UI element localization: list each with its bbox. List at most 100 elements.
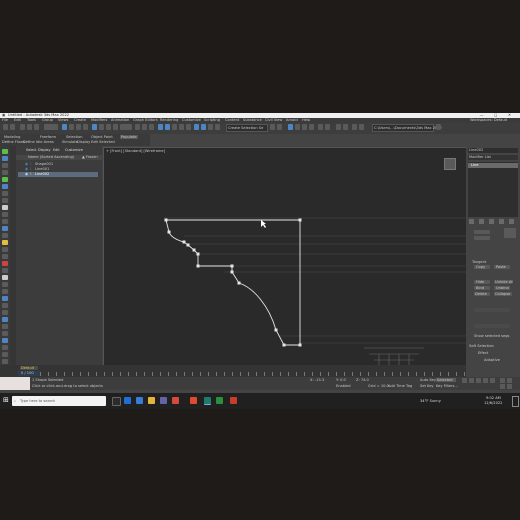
schematic-view-icon[interactable] bbox=[277, 124, 282, 130]
menu-civil-view[interactable]: Civil View bbox=[265, 118, 282, 122]
collapse-all-icon[interactable] bbox=[2, 359, 8, 364]
hierarchy-tab-icon[interactable] bbox=[2, 163, 8, 168]
selection-levels-icon[interactable] bbox=[504, 228, 516, 238]
weather-widget[interactable]: 34°F Sunny bbox=[420, 399, 441, 403]
utilities-tab-icon[interactable] bbox=[2, 184, 8, 189]
filter-particles-icon[interactable] bbox=[2, 261, 8, 266]
render-production-icon[interactable] bbox=[309, 124, 314, 130]
window-crossing-icon[interactable] bbox=[83, 124, 88, 130]
stack-item-line[interactable]: Line bbox=[468, 163, 518, 168]
task-view-icon[interactable] bbox=[112, 397, 121, 406]
select-place-icon[interactable] bbox=[113, 124, 118, 130]
project-browse-icon[interactable] bbox=[436, 124, 441, 130]
ribbon-display[interactable]: Display bbox=[77, 140, 90, 144]
maximize-viewport-icon[interactable] bbox=[507, 384, 512, 389]
edit-named-selection-icon[interactable] bbox=[186, 124, 191, 130]
project-folder-icon[interactable] bbox=[352, 124, 357, 130]
snaps-toggle-icon[interactable] bbox=[158, 124, 163, 130]
previous-frame-icon[interactable] bbox=[469, 378, 474, 383]
tangent-paste-button[interactable]: Paste bbox=[494, 265, 510, 269]
recorder-icon[interactable] bbox=[230, 397, 237, 404]
front-viewport[interactable]: + [Front] [Standard] [Wireframe] bbox=[103, 147, 467, 367]
pan-icon[interactable] bbox=[507, 378, 512, 383]
eye-icon[interactable]: ◉ bbox=[25, 162, 28, 166]
menu-file[interactable]: File bbox=[2, 118, 8, 122]
show-selected-segs-checkbox[interactable]: Show selected segs bbox=[474, 334, 509, 338]
ribbon-tab-populate[interactable]: Populate bbox=[120, 135, 138, 139]
mail-icon[interactable] bbox=[136, 397, 143, 404]
render-setup-icon[interactable] bbox=[295, 124, 300, 130]
ribbon-edit-selected[interactable]: Edit Selected bbox=[91, 140, 115, 144]
delete-button[interactable]: Delete bbox=[474, 292, 490, 296]
lock-cell-icon[interactable] bbox=[2, 331, 8, 336]
close-icon[interactable]: ✕ bbox=[508, 113, 511, 117]
make-unique-icon[interactable] bbox=[489, 219, 494, 224]
named-selection-set-dropdown[interactable]: Create Selection Se bbox=[226, 124, 268, 132]
display-tab-icon[interactable] bbox=[2, 177, 8, 182]
taskbar-search-box[interactable]: ⌕ Type here to search bbox=[12, 396, 106, 406]
filter-helpers-icon[interactable] bbox=[2, 219, 8, 224]
display-children-icon[interactable] bbox=[2, 296, 8, 301]
explorer-tab-customize[interactable]: Customize bbox=[65, 148, 83, 152]
filter-groups-icon[interactable] bbox=[2, 233, 8, 238]
file-explorer-icon[interactable] bbox=[148, 397, 155, 404]
list-item-selected[interactable]: ◉ ⌇ Line002 bbox=[18, 172, 98, 177]
sort-by-hierarchy-icon[interactable] bbox=[2, 324, 8, 329]
manipulate-icon[interactable] bbox=[142, 124, 147, 130]
link-icon[interactable] bbox=[20, 124, 25, 130]
a360-gallery-icon[interactable] bbox=[325, 124, 330, 130]
menu-tools[interactable]: Tools bbox=[27, 118, 36, 122]
spinner-field[interactable] bbox=[474, 324, 510, 328]
tangent-copy-button[interactable]: Copy bbox=[474, 265, 490, 269]
display-influences-icon[interactable] bbox=[2, 303, 8, 308]
time-slider[interactable]: 0 / 100 bbox=[18, 371, 40, 376]
explorer-tab-edit[interactable]: Edit bbox=[53, 148, 60, 152]
filter-xrefs-icon[interactable] bbox=[2, 240, 8, 245]
menu-scripting[interactable]: Scripting bbox=[204, 118, 220, 122]
angle-snap-icon[interactable] bbox=[165, 124, 170, 130]
ribbon-simulate[interactable]: Simulate bbox=[62, 140, 78, 144]
workspace-selector[interactable]: Workspaces: Default bbox=[470, 118, 507, 122]
coord-y[interactable]: Y: 0.0 bbox=[336, 378, 346, 382]
reference-coordinate-dropdown[interactable] bbox=[120, 124, 132, 130]
filter-lights-icon[interactable] bbox=[2, 205, 8, 210]
save-scene-icon[interactable] bbox=[343, 124, 348, 130]
office-icon[interactable] bbox=[172, 397, 179, 404]
edge-browser-icon[interactable] bbox=[124, 397, 131, 404]
project-path-field[interactable]: C:\Users\...\Documents\3ds Max 2022 bbox=[372, 124, 442, 132]
select-scale-icon[interactable] bbox=[106, 124, 111, 130]
soft-selection-rollout[interactable]: Soft Selection bbox=[469, 344, 494, 348]
select-object-icon[interactable] bbox=[62, 124, 67, 130]
modify-tab-icon[interactable] bbox=[2, 156, 8, 161]
key-filters-button[interactable]: Key Filters... bbox=[436, 384, 458, 388]
sync-selection-icon[interactable] bbox=[2, 345, 8, 350]
eye-icon[interactable]: ◉ bbox=[25, 172, 28, 176]
toggle-scene-explorer-icon[interactable] bbox=[208, 124, 213, 130]
hide-button[interactable]: Hide bbox=[474, 280, 490, 284]
modifier-stack[interactable]: Line bbox=[468, 162, 518, 217]
3ds-max-taskbar-icon[interactable] bbox=[204, 397, 211, 405]
configure-modifier-sets-icon[interactable] bbox=[509, 219, 514, 224]
project-settings-icon[interactable] bbox=[359, 124, 364, 130]
filter-all-icon[interactable] bbox=[2, 268, 8, 273]
named-selection-paste-button[interactable] bbox=[474, 236, 490, 240]
timeline[interactable]: Default 0 / 100 bbox=[0, 365, 466, 377]
menu-animation[interactable]: Animation bbox=[111, 118, 129, 122]
pivot-center-icon[interactable] bbox=[135, 124, 140, 130]
toggle-layer-explorer-icon[interactable] bbox=[215, 124, 220, 130]
select-by-name-icon[interactable] bbox=[69, 124, 74, 130]
filter-none-icon[interactable] bbox=[2, 275, 8, 280]
menu-help[interactable]: Help bbox=[302, 118, 310, 122]
modifier-list-dropdown[interactable]: Modifier List bbox=[468, 155, 518, 160]
selection-filter-dropdown[interactable] bbox=[44, 124, 58, 130]
show-end-result-icon[interactable] bbox=[479, 219, 484, 224]
layer-dropdown[interactable]: Default bbox=[20, 366, 38, 370]
go-to-start-icon[interactable] bbox=[462, 378, 467, 383]
menu-views[interactable]: Views bbox=[58, 118, 68, 122]
bind-space-warp-icon[interactable] bbox=[34, 124, 39, 130]
undo-icon[interactable] bbox=[3, 124, 8, 130]
material-editor-icon[interactable] bbox=[288, 124, 293, 130]
menu-arnold[interactable]: Arnold bbox=[286, 118, 298, 122]
filter-bones-icon[interactable] bbox=[2, 247, 8, 252]
menu-graph-editors[interactable]: Graph Editors bbox=[133, 118, 158, 122]
